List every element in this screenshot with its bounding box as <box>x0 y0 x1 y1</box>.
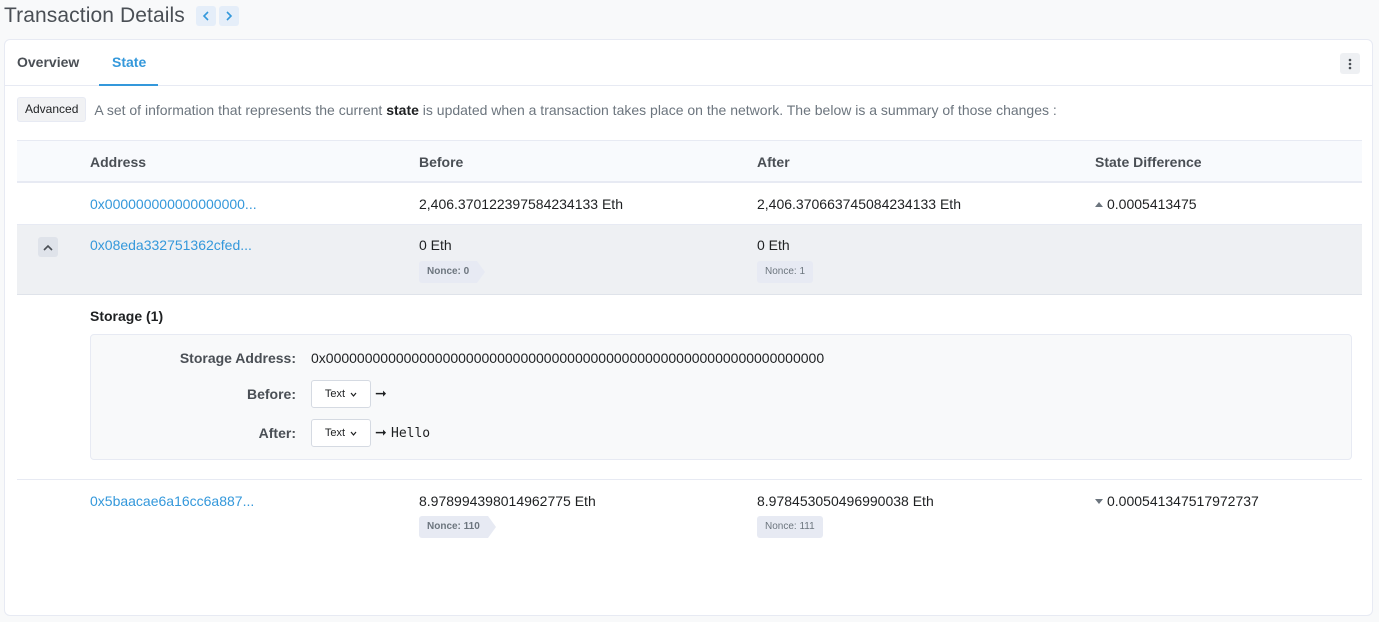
active-tab-indicator <box>99 84 158 86</box>
page-title: Transaction Details <box>4 4 185 27</box>
description-end: is updated when a transaction takes plac… <box>418 101 1057 118</box>
state-difference: 0.000541347517972737 <box>1095 493 1259 509</box>
increase-icon <box>1095 201 1103 207</box>
state-description: A set of information that represents the… <box>94 102 1056 118</box>
next-transaction-button[interactable] <box>218 6 239 26</box>
address-link[interactable]: 0x000000000000000000... <box>90 196 257 212</box>
before-nonce-badge: Nonce: 0 <box>419 261 486 283</box>
after-format-value: Text <box>324 427 346 439</box>
after-format-select[interactable]: Text <box>311 419 371 447</box>
description-bold: state <box>386 101 419 118</box>
table-header: Address Before After State Difference <box>17 140 1362 183</box>
before-balance: 2,406.370122397584234133 Eth <box>419 196 623 212</box>
collapse-row-button[interactable] <box>38 237 58 257</box>
chevron-down-icon <box>350 392 357 397</box>
storage-after-label: After: <box>258 425 296 441</box>
header-before: Before <box>419 154 464 170</box>
difference-value: 0.000541347517972737 <box>1107 493 1259 509</box>
vertical-dots-icon <box>1348 58 1352 69</box>
chevron-up-icon <box>43 244 53 251</box>
address-link[interactable]: 0x08eda332751362cfed... <box>90 237 252 253</box>
storage-address-label: Storage Address: <box>179 350 296 366</box>
table-row: 0x000000000000000000... 2,406.3701223975… <box>17 183 1362 225</box>
arrow-right-icon: ➞ <box>375 424 387 440</box>
state-difference: 0.0005413475 <box>1095 196 1197 212</box>
storage-address-value: 0x00000000000000000000000000000000000000… <box>311 350 825 366</box>
chevron-down-icon <box>350 431 357 436</box>
table-row: 0x5baacae6a16cc6a887... 8.97899439801496… <box>17 479 1362 539</box>
tab-overview[interactable]: Overview <box>17 54 79 70</box>
storage-panel: Storage Address: 0x000000000000000000000… <box>90 334 1352 460</box>
state-info: Advanced A set of information that repre… <box>17 97 1057 122</box>
decrease-icon <box>1095 498 1103 504</box>
after-balance: 8.978453050496990038 Eth <box>757 493 934 509</box>
more-options-button[interactable] <box>1340 53 1360 74</box>
previous-transaction-button[interactable] <box>195 6 216 26</box>
page-header: Transaction Details <box>4 2 239 30</box>
after-balance: 2,406.370663745084234133 Eth <box>757 196 961 212</box>
address-link[interactable]: 0x5baacae6a16cc6a887... <box>90 493 254 509</box>
transaction-card: Overview State Advanced A set of informa… <box>4 39 1373 616</box>
after-nonce-badge: Nonce: 111 <box>757 516 823 538</box>
advanced-badge: Advanced <box>17 97 87 122</box>
header-address: Address <box>90 154 147 170</box>
chevron-left-icon <box>202 11 209 21</box>
difference-value: 0.0005413475 <box>1107 196 1197 212</box>
storage-after-value: Hello <box>391 426 431 441</box>
before-nonce-badge: Nonce: 110 <box>419 516 496 538</box>
table-row-expanded: 0x08eda332751362cfed... 0 Eth 0 Eth Nonc… <box>17 225 1362 295</box>
header-state-difference: State Difference <box>1095 154 1202 170</box>
arrow-right-icon: ➞ <box>375 385 387 401</box>
before-balance: 0 Eth <box>419 237 452 253</box>
after-balance: 0 Eth <box>757 237 790 253</box>
chevron-right-icon <box>226 11 233 21</box>
tab-bar: Overview State <box>5 40 1372 86</box>
header-after: After <box>757 154 790 170</box>
description-start: A set of information that represents the… <box>94 101 387 118</box>
tab-state[interactable]: State <box>112 54 146 70</box>
storage-title: Storage (1) <box>90 308 164 324</box>
before-balance: 8.978994398014962775 Eth <box>419 493 596 509</box>
before-format-select[interactable]: Text <box>311 380 371 408</box>
storage-before-label: Before: <box>246 386 296 402</box>
after-nonce-badge: Nonce: 1 <box>757 261 814 283</box>
before-format-value: Text <box>324 388 346 400</box>
nav-arrows <box>195 6 239 26</box>
